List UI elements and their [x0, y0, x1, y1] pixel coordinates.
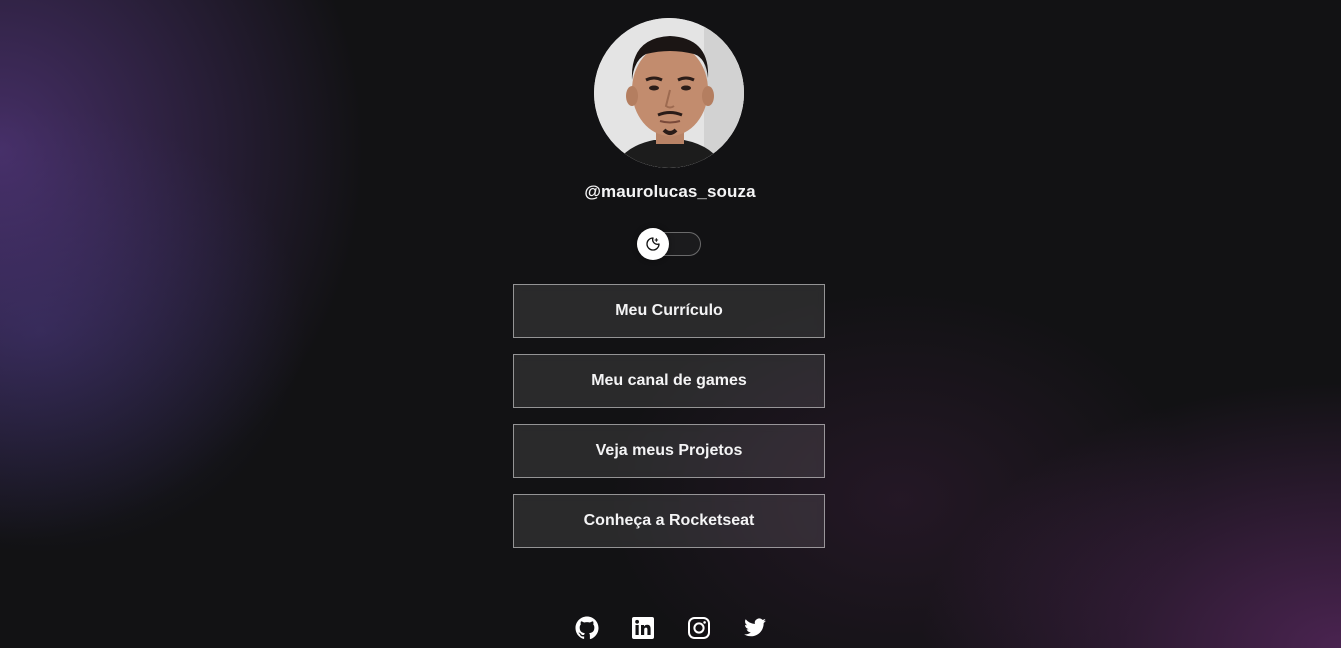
list-item: Meu Currículo — [513, 284, 825, 338]
instagram-link[interactable] — [687, 612, 711, 644]
username: @maurolucas_souza — [584, 182, 756, 201]
theme-switch-knob[interactable] — [637, 228, 669, 260]
list-item: Meu canal de games — [513, 354, 825, 408]
link-games-channel-button[interactable]: Meu canal de games — [513, 354, 825, 408]
list-item: Conheça a Rocketseat — [513, 494, 825, 548]
linkedin-icon — [632, 617, 654, 639]
links-list: Meu Currículo Meu canal de games Veja me… — [513, 284, 825, 564]
profile-page: @maurolucas_souza Meu Currículo Meu cana… — [0, 0, 1341, 648]
linkedin-link[interactable] — [631, 612, 655, 644]
github-icon — [575, 616, 599, 640]
social-links — [557, 612, 785, 644]
moon-icon — [646, 237, 660, 251]
profile-avatar — [594, 18, 744, 168]
twitter-icon — [744, 618, 766, 637]
link-curriculo-button[interactable]: Meu Currículo — [513, 284, 825, 338]
profile-photo — [594, 18, 744, 168]
link-projects-button[interactable]: Veja meus Projetos — [513, 424, 825, 478]
theme-switch[interactable] — [637, 228, 701, 260]
github-link[interactable] — [575, 612, 599, 644]
instagram-icon — [688, 617, 710, 639]
list-item: Veja meus Projetos — [513, 424, 825, 478]
twitter-link[interactable] — [743, 612, 767, 644]
link-rocketseat-button[interactable]: Conheça a Rocketseat — [513, 494, 825, 548]
